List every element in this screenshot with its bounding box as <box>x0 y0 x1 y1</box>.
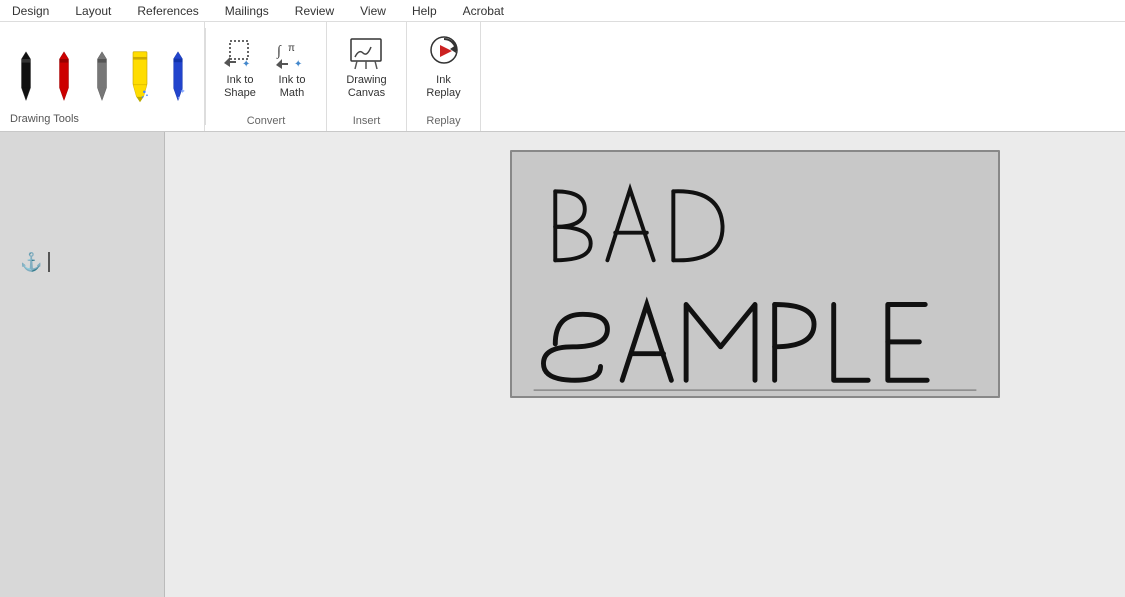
svg-text:✦: ✦ <box>242 59 250 70</box>
pen-tools-section: ✦ ✦ Drawing Tools <box>0 22 205 131</box>
menu-view[interactable]: View <box>356 2 390 20</box>
menu-mailings[interactable]: Mailings <box>221 2 273 20</box>
ink-to-shape-label: Ink toShape <box>224 74 256 100</box>
ink-to-math-icon: ∫ π ✦ <box>272 32 312 72</box>
replay-buttons: InkReplay <box>410 22 478 113</box>
convert-buttons: ✦ Ink toShape ∫ π ✦ Ink toMa <box>206 22 326 113</box>
ink-to-math-button[interactable]: ∫ π ✦ Ink toMath <box>266 28 318 104</box>
insert-section: DrawingCanvas Insert <box>327 22 407 131</box>
ink-replay-label: InkReplay <box>426 74 460 100</box>
ink-to-shape-icon: ✦ <box>220 32 260 72</box>
svg-text:✦: ✦ <box>294 59 302 70</box>
convert-section: ✦ Ink toShape ∫ π ✦ Ink toMa <box>206 22 327 131</box>
red-pen-icon <box>52 49 76 105</box>
pen-tool-gray[interactable] <box>86 45 118 109</box>
text-cursor <box>48 252 50 272</box>
menu-review[interactable]: Review <box>291 2 338 20</box>
pen-tool-red[interactable] <box>48 45 80 109</box>
insert-label: Insert <box>327 113 406 131</box>
page-sidebar: ⚓ <box>0 132 165 597</box>
blue-sparkle-pen-icon: ✦ ✦ <box>166 49 190 105</box>
replay-section: InkReplay Replay <box>407 22 481 131</box>
svg-text:✦: ✦ <box>180 87 186 95</box>
convert-label: Convert <box>206 113 326 131</box>
drawing-canvas-icon <box>346 32 386 72</box>
drawing-canvas-area[interactable] <box>510 150 1000 398</box>
black-pen-icon <box>14 49 38 105</box>
insert-buttons: DrawingCanvas <box>332 22 400 113</box>
ink-to-shape-button[interactable]: ✦ Ink toShape <box>214 28 266 104</box>
svg-text:✦: ✦ <box>177 95 181 100</box>
pen-tool-yellow[interactable] <box>124 45 156 109</box>
drawing-canvas-button[interactable]: DrawingCanvas <box>340 28 392 104</box>
drawing-tools-label: Drawing Tools <box>0 113 204 125</box>
yellow-highlighter-icon <box>128 49 152 105</box>
ribbon: ✦ ✦ Drawing Tools ✦ <box>0 22 1125 132</box>
replay-label: Replay <box>407 113 480 131</box>
pen-tool-black[interactable] <box>10 45 42 109</box>
main-content: ⚓ <box>0 132 1125 597</box>
pen-tool-blue[interactable]: ✦ ✦ <box>162 45 194 109</box>
drawing-canvas-label: DrawingCanvas <box>346 74 386 100</box>
menu-design[interactable]: Design <box>8 2 53 20</box>
ink-to-math-label: Ink toMath <box>279 74 306 100</box>
ink-replay-icon <box>424 32 464 72</box>
menu-layout[interactable]: Layout <box>71 2 115 20</box>
menu-acrobat[interactable]: Acrobat <box>459 2 508 20</box>
svg-text:∫: ∫ <box>276 44 282 59</box>
svg-text:π: π <box>288 43 295 54</box>
menu-bar: Design Layout References Mailings Review… <box>0 0 1125 22</box>
anchor-icon: ⚓ <box>20 252 42 273</box>
document-area[interactable] <box>165 132 1125 597</box>
gray-pen-icon <box>90 49 114 105</box>
menu-references[interactable]: References <box>133 2 202 20</box>
menu-help[interactable]: Help <box>408 2 441 20</box>
ink-replay-button[interactable]: InkReplay <box>418 28 470 104</box>
